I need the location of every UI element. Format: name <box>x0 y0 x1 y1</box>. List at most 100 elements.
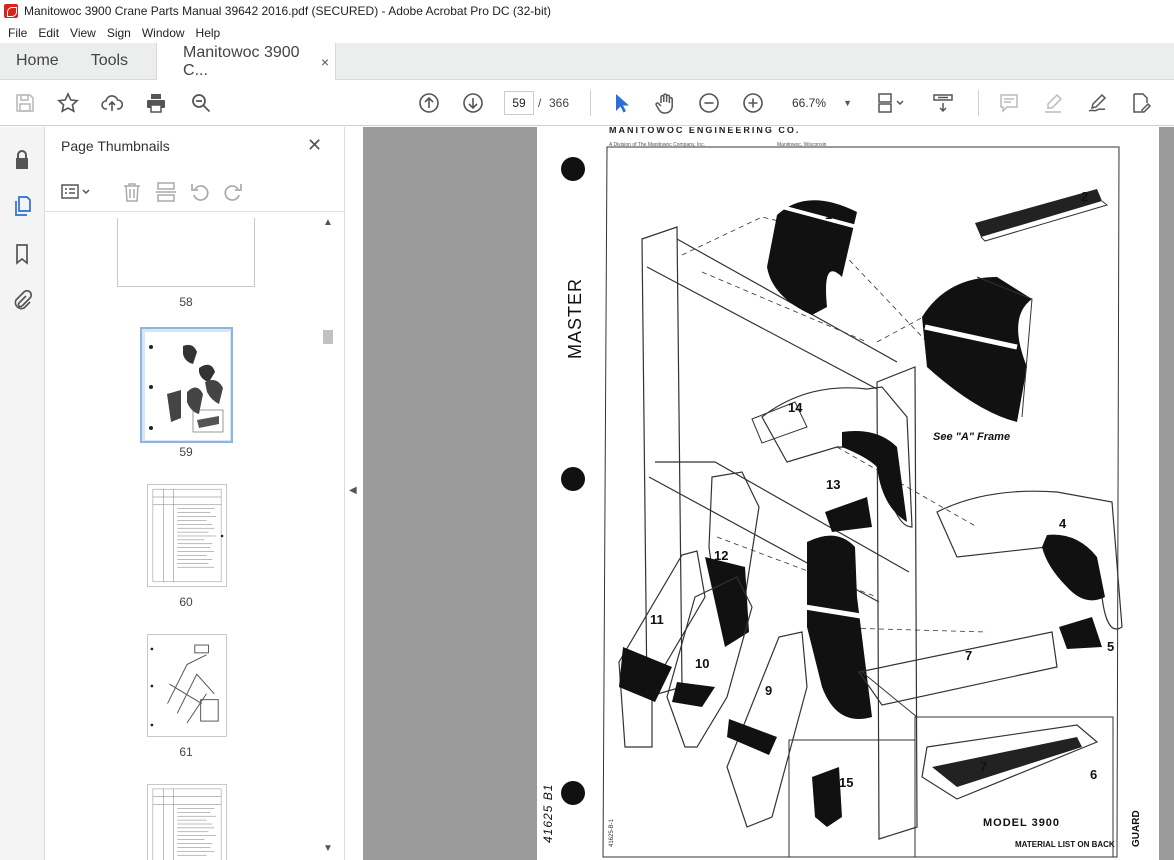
part-number-label: 4 <box>1059 516 1067 531</box>
model-label: MODEL 3900 <box>983 817 1061 829</box>
part-number-label: 10 <box>695 656 710 671</box>
star-icon[interactable] <box>57 92 79 114</box>
rotate-right-icon[interactable] <box>222 181 244 203</box>
thumbnail-page-selected[interactable] <box>140 327 233 443</box>
part-number-label: 12 <box>714 548 729 563</box>
thumbnail-preview <box>152 788 222 860</box>
lock-icon[interactable] <box>11 149 33 171</box>
edit-pdf-icon[interactable] <box>1130 92 1152 114</box>
drawing-number-printed: 41625-B-1 <box>609 818 615 847</box>
part-number-label: 8 <box>832 617 840 632</box>
toolbar-divider <box>590 90 591 116</box>
insert-page-icon[interactable] <box>155 181 177 203</box>
thumbnail-preview <box>152 488 224 583</box>
panel-splitter[interactable]: ◀ <box>345 127 363 860</box>
thumbnail-page[interactable] <box>147 784 227 860</box>
menu-file[interactable]: File <box>4 26 34 40</box>
tab-document-label: Manitowoc 3900 C... <box>183 44 300 79</box>
save-icon[interactable] <box>14 92 36 114</box>
document-viewer[interactable]: MANITOWOC ENGINEERING CO. A Division of … <box>363 127 1174 860</box>
thumbnail-preview <box>150 644 219 727</box>
part-number-label: 7 <box>965 648 973 663</box>
part-number-label: 13 <box>826 477 841 492</box>
menu-bar: File Edit View Sign Window Help <box>0 22 1174 43</box>
upload-cloud-icon[interactable] <box>101 92 123 114</box>
thumbnail-page[interactable] <box>117 218 255 287</box>
part-number-label: 14 <box>788 400 803 415</box>
part-number-label: 7 <box>980 759 988 774</box>
scrolling-mode-icon[interactable] <box>932 92 954 114</box>
part-number-label: 15 <box>839 775 854 790</box>
tab-tools[interactable]: Tools <box>79 43 156 79</box>
zoom-search-icon[interactable] <box>190 92 212 114</box>
zoom-in-icon[interactable] <box>742 92 764 114</box>
title-bar: Manitowoc 3900 Crane Parts Manual 39642 … <box>0 0 1174 22</box>
pdf-page: MANITOWOC ENGINEERING CO. A Division of … <box>537 127 1159 860</box>
thumbnail-page-label: 59 <box>179 445 193 459</box>
close-panel-icon[interactable]: ✕ <box>307 135 322 156</box>
thumbnail-options-icon[interactable] <box>61 181 90 203</box>
part-number-label: 11 <box>650 612 664 627</box>
next-page-icon[interactable] <box>462 92 484 114</box>
left-navigation-rail <box>0 127 45 860</box>
window-title: Manitowoc 3900 Crane Parts Manual 39642 … <box>24 4 551 18</box>
collapse-panel-icon[interactable]: ◀ <box>349 485 357 496</box>
menu-sign[interactable]: Sign <box>103 26 138 40</box>
part-number-label: 3 <box>987 303 995 318</box>
scrollbar-thumb[interactable] <box>323 330 333 344</box>
see-frame-note: See "A" Frame <box>933 431 1011 443</box>
zoom-level-select[interactable]: 66.7% ▼ <box>784 91 856 115</box>
menu-view[interactable]: View <box>66 26 103 40</box>
scroll-down-icon[interactable]: ▼ <box>323 843 333 854</box>
zoom-out-icon[interactable] <box>698 92 720 114</box>
close-tab-icon[interactable]: × <box>321 54 329 70</box>
previous-page-icon[interactable] <box>418 92 440 114</box>
scroll-up-icon[interactable]: ▲ <box>323 217 333 228</box>
zoom-level-value: 66.7% <box>792 96 827 110</box>
menu-window[interactable]: Window <box>138 26 192 40</box>
hand-tool-icon[interactable] <box>654 92 676 114</box>
thumbnail-list[interactable]: 58 59 60 61 <box>45 213 345 860</box>
sign-pen-icon[interactable] <box>1086 92 1108 114</box>
thumbnail-page[interactable] <box>147 484 227 587</box>
part-number-label: 2 <box>1081 189 1089 204</box>
document-scrollbar[interactable] <box>1159 127 1174 860</box>
part-number-label: 1 <box>825 207 833 222</box>
trash-icon[interactable] <box>121 181 143 203</box>
bookmark-icon[interactable] <box>11 243 33 265</box>
page-thumbnails-icon[interactable] <box>11 195 33 217</box>
highlight-pen-icon[interactable] <box>1042 92 1064 114</box>
paperclip-icon[interactable] <box>11 289 33 311</box>
page-thumbnails-panel: Page Thumbnails ✕ 58 59 60 61 ▲ ▼ <box>45 127 345 860</box>
thumbnail-toolbar <box>45 172 345 212</box>
toolbar-divider <box>978 90 979 116</box>
page-separator: / <box>538 96 542 110</box>
thumbnail-preview <box>145 332 230 440</box>
thumbnail-scrollbar[interactable]: ▲ ▼ <box>321 217 335 857</box>
part-number-label: 6 <box>1090 767 1098 782</box>
material-note: MATERIAL LIST ON BACK <box>1015 840 1115 849</box>
page-number-input[interactable]: 59 <box>504 91 534 115</box>
rotate-left-icon[interactable] <box>189 181 211 203</box>
thumbnail-page-label: 61 <box>179 745 193 759</box>
comment-icon[interactable] <box>998 92 1020 114</box>
select-cursor-icon[interactable] <box>610 92 632 114</box>
print-icon[interactable] <box>145 92 167 114</box>
part-number-label: 5 <box>1107 639 1115 654</box>
drawing-number-handwritten: 41625 B1 <box>541 783 555 843</box>
tab-document[interactable]: Manitowoc 3900 C... × <box>156 43 337 81</box>
menu-edit[interactable]: Edit <box>34 26 66 40</box>
guard-label: GUARD <box>1131 810 1142 847</box>
chevron-down-icon: ▼ <box>843 98 852 108</box>
thumbnail-page-label: 58 <box>179 295 193 309</box>
page-display-icon[interactable] <box>876 92 904 114</box>
page-total: 366 <box>549 96 570 110</box>
thumbnail-page[interactable] <box>147 634 227 737</box>
acrobat-app-icon <box>4 4 18 18</box>
exploded-parts-drawing <box>602 146 1123 858</box>
part-number-label: 9 <box>765 683 773 698</box>
tab-home[interactable]: Home <box>0 43 79 79</box>
menu-help[interactable]: Help <box>192 26 228 40</box>
tab-bar: Home Tools Manitowoc 3900 C... × <box>0 43 1174 81</box>
thumbnail-page-label: 60 <box>179 595 193 609</box>
